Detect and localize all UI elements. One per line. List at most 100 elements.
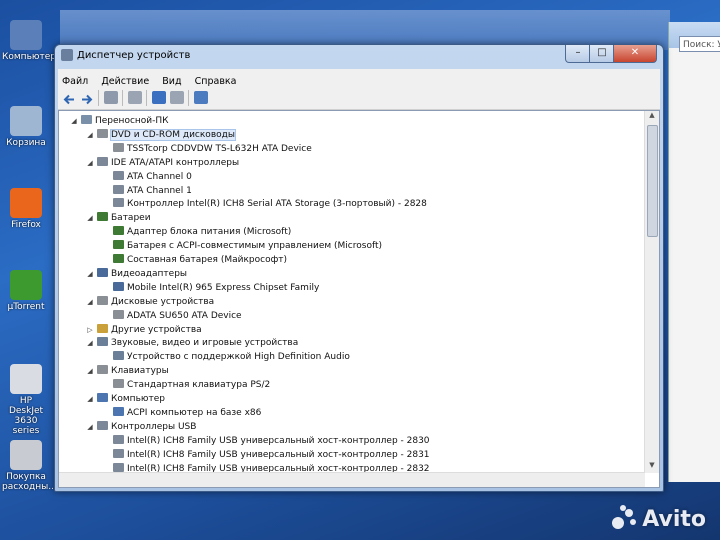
device-category[interactable]: ◢ Дисковые устройства — [87, 295, 215, 309]
device-category[interactable]: ◢ Клавиатуры — [87, 365, 169, 378]
desktop-icon[interactable]: Компьютер — [2, 20, 56, 62]
desktop-app-icon — [10, 20, 42, 50]
device-item[interactable]: ADATA SU650 ATA Device — [113, 309, 242, 323]
expand-arrow-icon[interactable]: ▷ — [85, 324, 95, 337]
menu-help[interactable]: Справка — [191, 73, 241, 87]
scan-hardware-icon[interactable] — [194, 91, 208, 104]
back-arrow-icon[interactable] — [62, 91, 76, 105]
desktop-icon[interactable]: Корзина — [2, 106, 50, 148]
device-icon — [113, 351, 124, 361]
device-icon — [97, 420, 108, 430]
desktop-icon[interactable]: Покупка расходны... — [2, 440, 57, 492]
desktop-app-icon — [10, 440, 42, 470]
collapse-arrow-icon[interactable]: ◢ — [85, 393, 95, 406]
tree-label: Составная батарея (Майкрософт) — [127, 255, 288, 265]
tree-label: Контроллеры USB — [111, 421, 197, 432]
desktop-icon-label: µTorrent — [7, 302, 45, 312]
collapse-arrow-icon[interactable]: ◢ — [85, 337, 95, 350]
tree-label: DVD и CD-ROM дисководы — [110, 128, 236, 141]
device-category[interactable]: ◢ DVD и CD-ROM дисководы — [87, 128, 236, 142]
desktop-icon-label: HP DeskJet 3630 series — [8, 396, 44, 436]
device-icon — [97, 323, 108, 333]
scroll-thumb[interactable] — [647, 125, 658, 237]
collapse-arrow-icon[interactable]: ◢ — [85, 421, 95, 434]
device-category[interactable]: ◢ Компьютер — [87, 393, 165, 406]
tree-label: ATA Channel 1 — [127, 185, 192, 196]
collapse-arrow-icon[interactable]: ◢ — [85, 129, 95, 142]
tree-label: Дисковые устройства — [111, 296, 215, 307]
close-button[interactable]: ✕ — [613, 45, 657, 63]
tree-label: Батареи — [111, 213, 151, 224]
desktop-app-icon — [10, 364, 42, 394]
device-category[interactable]: ◢ IDE ATA/ATAPI контроллеры — [87, 156, 239, 170]
collapse-arrow-icon[interactable]: ◢ — [85, 365, 95, 378]
device-item[interactable]: Стандартная клавиатура PS/2 — [113, 379, 270, 392]
background-window: Поиск: У — [668, 22, 720, 482]
desktop-icon-label: Firefox — [11, 220, 41, 230]
background-search-input[interactable]: Поиск: У — [679, 36, 720, 52]
avito-logo-icon — [612, 505, 638, 531]
device-item[interactable]: Контроллер Intel(R) ICH8 Serial ATA Stor… — [113, 198, 427, 211]
device-icon — [113, 240, 124, 250]
device-icon — [113, 281, 124, 291]
tree-label: Mobile Intel(R) 965 Express Chipset Fami… — [127, 282, 320, 293]
device-icon — [113, 198, 124, 208]
menu-file[interactable]: Файл — [58, 73, 92, 87]
device-item[interactable]: Устройство с поддержкой High Definition … — [113, 351, 350, 364]
collapse-arrow-icon[interactable]: ◢ — [85, 268, 95, 281]
device-item[interactable]: TSSTcorp CDDVDW TS-L632H ATA Device — [113, 142, 312, 156]
device-item[interactable]: Intel(R) ICH8 Family USB универсальный х… — [113, 434, 430, 448]
tree-label: ADATA SU650 ATA Device — [127, 310, 242, 321]
device-item[interactable]: ACPI компьютер на базе x86 — [113, 406, 261, 420]
desktop-app-icon — [10, 188, 42, 218]
title-bar[interactable]: Диспетчер устройств – □ ✕ — [55, 45, 663, 67]
menu-action[interactable]: Действие — [97, 73, 153, 87]
collapse-arrow-icon[interactable]: ◢ — [85, 296, 95, 309]
maximize-button[interactable]: □ — [589, 45, 615, 63]
collapse-arrow-icon[interactable]: ◢ — [85, 212, 95, 225]
tree-label: Видеоадаптеры — [111, 268, 188, 279]
device-item[interactable]: Mobile Intel(R) 965 Express Chipset Fami… — [113, 281, 320, 295]
desktop-icon[interactable]: HP DeskJet 3630 series — [2, 364, 50, 436]
device-category[interactable]: ◢ Видеоадаптеры — [87, 267, 188, 281]
tree-root[interactable]: ◢ Переносной-ПК — [71, 115, 169, 128]
collapse-arrow-icon[interactable]: ◢ — [85, 157, 95, 170]
menu-view[interactable]: Вид — [158, 73, 185, 87]
device-icon — [113, 309, 124, 319]
device-item[interactable]: ATA Channel 0 — [113, 170, 192, 184]
tree-label: Переносной-ПК — [95, 116, 169, 126]
device-icon — [113, 434, 124, 444]
desktop-icon[interactable]: Firefox — [2, 188, 50, 230]
device-item[interactable]: Составная батарея (Майкрософт) — [113, 254, 287, 267]
minimize-button[interactable]: – — [565, 45, 591, 63]
device-icon — [81, 115, 92, 124]
device-item[interactable]: Батарея с ACPI-совместимым управлением (… — [113, 240, 382, 253]
properties-icon[interactable] — [170, 91, 184, 104]
device-icon — [113, 184, 124, 194]
device-icon — [97, 156, 108, 166]
device-item[interactable]: Intel(R) ICH8 Family USB универсальный х… — [113, 448, 430, 462]
device-item[interactable]: Адаптер блока питания (Microsoft) — [113, 226, 291, 239]
window-view-icon[interactable] — [128, 91, 142, 104]
device-icon — [113, 170, 124, 180]
horizontal-scrollbar[interactable] — [59, 472, 645, 487]
device-item[interactable]: ATA Channel 1 — [113, 184, 192, 198]
scroll-up-icon[interactable]: ▲ — [645, 111, 659, 123]
desktop-icon[interactable]: µTorrent — [2, 270, 50, 312]
device-icon — [97, 128, 108, 138]
vertical-scrollbar[interactable]: ▲ ▼ — [644, 111, 659, 473]
tree-label: Контроллер Intel(R) ICH8 Serial ATA Stor… — [127, 199, 427, 210]
tree-label: Устройство с поддержкой High Definition … — [127, 352, 350, 363]
device-category[interactable]: ▷ Другие устройства — [87, 323, 202, 337]
tree-label: Батарея с ACPI-совместимым управлением (… — [127, 241, 382, 252]
device-category[interactable]: ◢ Батареи — [87, 212, 151, 225]
collapse-arrow-icon[interactable]: ◢ — [69, 115, 79, 128]
device-icon — [97, 337, 108, 347]
desktop-icon-label: Покупка расходны... — [2, 472, 57, 492]
scroll-down-icon[interactable]: ▼ — [645, 461, 659, 473]
device-category[interactable]: ◢ Контроллеры USB — [87, 420, 197, 434]
device-category[interactable]: ◢ Звуковые, видео и игровые устройства — [87, 337, 298, 350]
properties-grid-icon[interactable] — [104, 91, 118, 104]
forward-arrow-icon[interactable] — [80, 91, 94, 105]
help-icon[interactable] — [152, 91, 166, 104]
